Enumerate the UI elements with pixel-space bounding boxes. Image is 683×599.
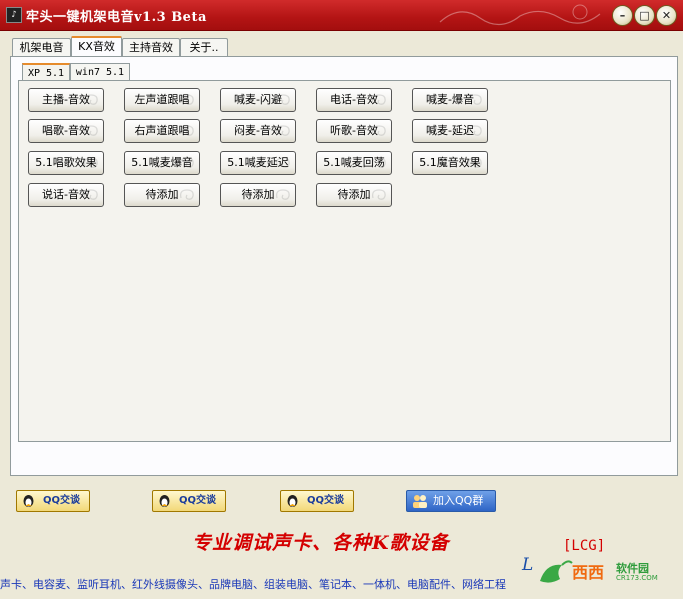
qq-chat-label: QQ交谈	[307, 495, 345, 506]
effect-button[interactable]: 喊麦-闪避	[220, 88, 296, 112]
effect-button-label: 5.1喊麦延迟	[227, 156, 289, 169]
effect-button[interactable]: 主播-音效	[28, 88, 104, 112]
effect-button-label: 5.1魔音效果	[419, 156, 481, 169]
effect-button[interactable]: 5.1魔音效果	[412, 151, 488, 175]
effect-button[interactable]: 喊麦-延迟	[412, 119, 488, 143]
qq-chat-label: QQ交谈	[43, 495, 81, 506]
title-swirl-decoration	[439, 4, 601, 26]
qq-penguin-icon	[23, 495, 34, 507]
effect-button-label: 待添加	[241, 188, 275, 201]
title-bar[interactable]: ♪ 牢头一键机架电音v1.3 Beta – □ ✕	[0, 0, 683, 31]
effect-button-label: 5.1喊麦回荡	[323, 156, 385, 169]
effect-button[interactable]: 5.1喊麦回荡	[316, 151, 392, 175]
effect-button[interactable]: 待添加	[316, 183, 392, 207]
join-qq-group-button[interactable]: 加入QQ群	[406, 490, 496, 512]
app-window: ♪ 牢头一键机架电音v1.3 Beta – □ ✕ 机架电音 KX音效 主持音效…	[0, 0, 683, 599]
app-icon[interactable]: ♪	[6, 7, 22, 23]
effect-button-label: 待添加	[337, 188, 371, 201]
tab-host-effects[interactable]: 主持音效	[122, 38, 180, 57]
effect-button[interactable]: 唱歌-音效	[28, 119, 104, 143]
watermark-url: CR173.COM	[616, 574, 658, 582]
qq-penguin-icon	[159, 495, 170, 507]
join-qq-group-label: 加入QQ群	[433, 494, 484, 507]
effect-button[interactable]: 5.1唱歌效果	[28, 151, 104, 175]
effect-button[interactable]: 右声道跟唱	[124, 119, 200, 143]
maximize-button[interactable]: □	[634, 5, 655, 26]
effect-button[interactable]: 待添加	[124, 183, 200, 207]
effect-button-label: 听歌-音效	[330, 124, 378, 137]
qq-chat-button-1[interactable]: QQ交谈	[16, 490, 90, 512]
tab-about[interactable]: 关于..	[180, 38, 228, 57]
l-letter: L	[522, 555, 534, 575]
window-title: 牢头一键机架电音v1.3 Beta	[26, 10, 207, 25]
effect-button-label: 喊麦-闪避	[234, 93, 282, 106]
watermark-logo-icon	[540, 560, 573, 583]
effect-button[interactable]: 闷麦-音效	[220, 119, 296, 143]
lcg-label: [LCG]	[563, 538, 606, 554]
effect-button[interactable]: 喊麦-爆音	[412, 88, 488, 112]
swirl-decoration-icon	[371, 189, 386, 200]
qq-chat-button-2[interactable]: QQ交谈	[152, 490, 226, 512]
effect-button[interactable]: 左声道跟唱	[124, 88, 200, 112]
effect-button-label: 电话-音效	[330, 93, 378, 106]
effect-button[interactable]: 5.1喊麦延迟	[220, 151, 296, 175]
effect-button-label: 主播-音效	[42, 93, 90, 106]
effect-button[interactable]: 听歌-音效	[316, 119, 392, 143]
watermark-main-text: 西西	[572, 563, 605, 582]
effect-button-label: 右声道跟唱	[134, 124, 190, 137]
effect-button-label: 说话-音效	[42, 188, 90, 201]
effect-button-label: 唱歌-音效	[42, 124, 90, 137]
swirl-decoration-icon	[275, 189, 290, 200]
qq-penguin-icon	[287, 495, 298, 507]
effect-button-label: 左声道跟唱	[134, 93, 190, 106]
effect-button-label: 待添加	[145, 188, 179, 201]
effect-button[interactable]: 待添加	[220, 183, 296, 207]
tab-rack-electro[interactable]: 机架电音	[12, 38, 71, 57]
effect-button-label: 喊麦-延迟	[426, 124, 474, 137]
tab-win7-5-1[interactable]: win7 5.1	[70, 63, 130, 81]
effect-button[interactable]: 5.1喊麦爆音	[124, 151, 200, 175]
group-users-icon	[413, 495, 427, 508]
qq-chat-label: QQ交谈	[179, 495, 217, 506]
effect-button-label: 闷麦-音效	[234, 124, 282, 137]
effect-button[interactable]: 说话-音效	[28, 183, 104, 207]
swirl-decoration-icon	[179, 189, 194, 200]
effect-button-label: 5.1喊麦爆音	[131, 156, 193, 169]
close-button[interactable]: ✕	[656, 5, 677, 26]
minimize-button[interactable]: –	[612, 5, 633, 26]
effect-button-label: 5.1唱歌效果	[35, 156, 97, 169]
qq-chat-button-3[interactable]: QQ交谈	[280, 490, 354, 512]
effect-button-label: 喊麦-爆音	[426, 93, 474, 106]
effect-button[interactable]: 电话-音效	[316, 88, 392, 112]
slogan-text: 专业调试声卡、各种K歌设备	[192, 532, 450, 554]
